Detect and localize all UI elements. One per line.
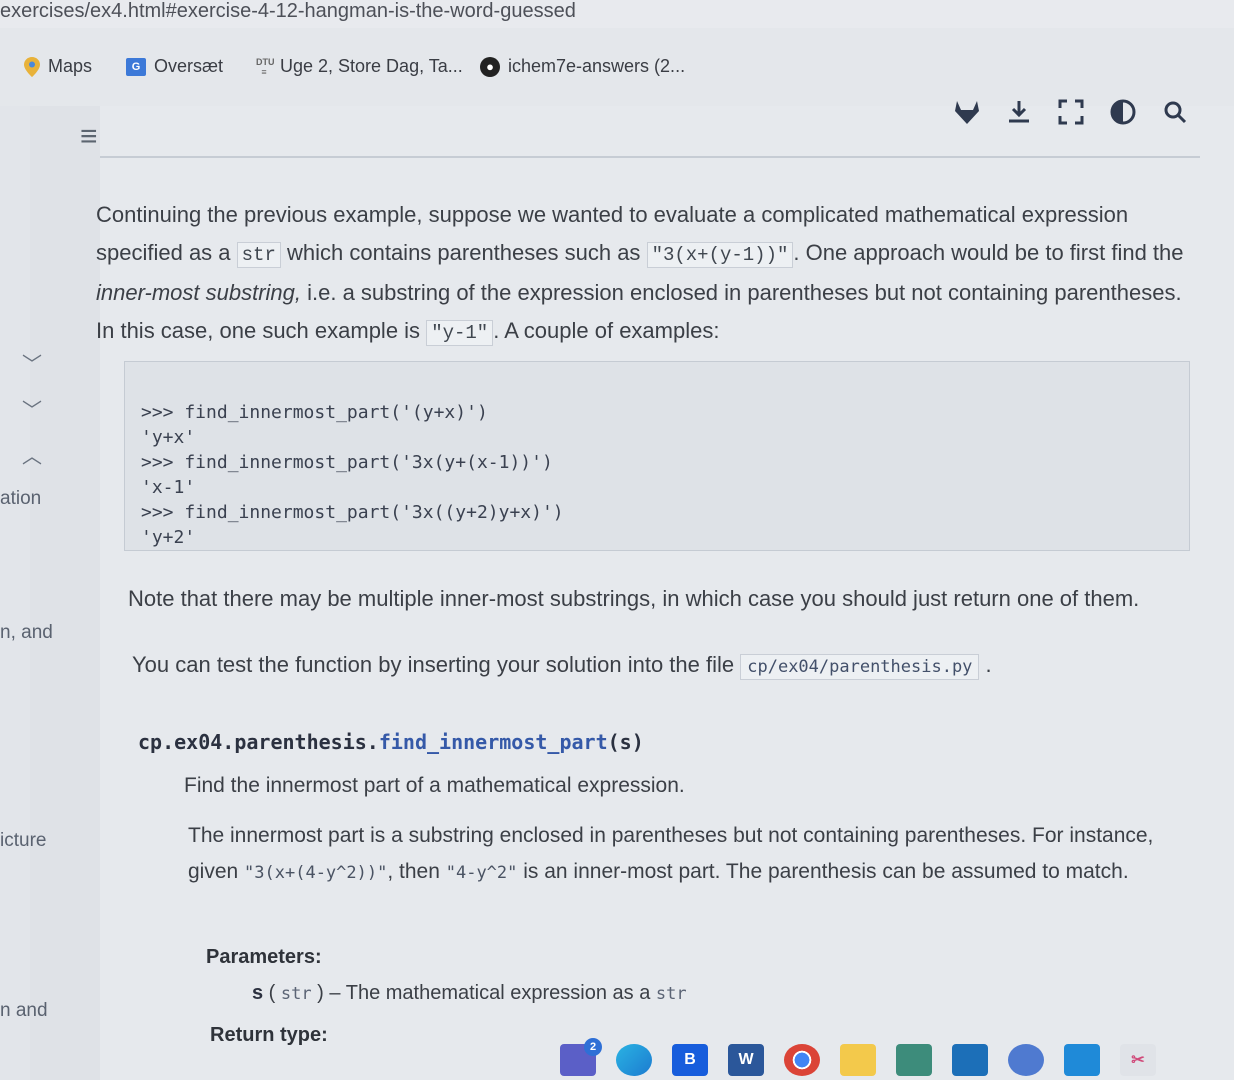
taskbar: 2 B W ✂	[560, 1038, 1234, 1080]
inline-code: str	[236, 242, 281, 268]
chrome-icon[interactable]	[784, 1044, 820, 1076]
sidebar-panel	[30, 106, 100, 1080]
inline-code: "3(x+(y-1))"	[646, 242, 794, 268]
sidebar-fragment[interactable]: n and	[0, 1000, 48, 1022]
text: specified as a	[96, 240, 231, 265]
file-path-code: cp/ex04/parenthesis.py	[740, 654, 980, 680]
text: . A couple of examples:	[493, 318, 720, 343]
test-instructions: You can test the function by inserting y…	[132, 652, 992, 680]
vscode-icon[interactable]	[1064, 1044, 1100, 1076]
intro-line-3: inner-most substring, i.e. a substring o…	[96, 274, 1206, 312]
url-text[interactable]: exercises/ex4.html#exercise-4-12-hangman…	[0, 0, 576, 22]
bookmark-maps[interactable]: Maps	[24, 56, 92, 77]
map-pin-icon	[24, 56, 40, 77]
bookmarks-bar: Maps G Oversæt DTU ≡ Uge 2, Store Dag, Ta…	[0, 28, 1234, 106]
header-divider	[100, 156, 1200, 158]
store-icon[interactable]	[952, 1044, 988, 1076]
bookmark-label: ichem7e-answers (2...	[508, 56, 686, 76]
chevron-down-icon[interactable]: ﹀	[22, 348, 42, 377]
bookmark-label: Uge 2, Store Dag, Ta...	[280, 56, 463, 76]
doc-summary: Find the innermost part of a mathematica…	[184, 774, 685, 797]
text: In this case, one such example is	[96, 318, 421, 343]
bookmark-github[interactable]: ● ichem7e-answers (2...	[480, 56, 685, 77]
chevron-up-icon[interactable]: ︿	[22, 440, 42, 469]
intro-line-2: specified as a str which contains parent…	[96, 234, 1206, 274]
text: You can test the function by inserting y…	[132, 652, 735, 677]
parameter-item: s ( str ) – The mathematical expression …	[252, 982, 687, 1004]
notification-badge: 2	[584, 1038, 602, 1056]
hamburger-menu-icon[interactable]: ≡	[80, 122, 106, 152]
address-bar[interactable]: exercises/ex4.html#exercise-4-12-hangman…	[0, 0, 1234, 29]
bookmark-label: Maps	[48, 56, 93, 76]
function-signature: cp.ex04.parenthesis.find_innermost_part(…	[138, 730, 644, 754]
file-explorer-icon[interactable]	[840, 1044, 876, 1076]
word-icon[interactable]: W	[728, 1044, 764, 1076]
bookmark-calendar[interactable]: DTU ≡ Uge 2, Store Dag, Ta...	[256, 56, 463, 77]
docs-page: ≡ ﹀ ﹀ ︿ ation n, and icture n and Contin…	[0, 99, 1234, 1080]
text: , then	[387, 860, 440, 883]
param-name: s	[252, 982, 264, 1004]
calendar-icon: DTU ≡	[256, 56, 275, 77]
doc-body-line-1: The innermost part is a substring enclos…	[188, 824, 1154, 847]
fullscreen-icon[interactable]	[1056, 99, 1086, 132]
param-type: str	[280, 984, 312, 1004]
param-description: – The mathematical expression as a	[329, 982, 651, 1004]
signature-function-name: find_innermost_part	[378, 730, 608, 754]
sidebar-fragment[interactable]: n, and	[0, 622, 53, 644]
return-type-heading: Return type:	[210, 1024, 328, 1046]
text: which contains parentheses such as	[287, 240, 641, 265]
text: i.e. a substring of the expression enclo…	[301, 280, 1182, 305]
messenger-icon[interactable]	[1008, 1044, 1044, 1076]
doc-toolbar	[952, 98, 1190, 133]
text: . One approach would be to first find th…	[793, 240, 1184, 265]
intro-line-1: Continuing the previous example, suppose…	[96, 202, 1129, 227]
text: is an inner-most part. The parenthesis c…	[523, 860, 1129, 883]
inline-code: "y-1"	[426, 320, 494, 346]
inline-code: "4-y^2"	[445, 863, 518, 883]
param-desc-type: str	[655, 984, 687, 1004]
bookmark-label: Oversæt	[154, 56, 224, 76]
download-icon[interactable]	[1004, 98, 1034, 133]
chevron-down-icon[interactable]: ﹀	[22, 394, 42, 423]
contrast-icon[interactable]	[1108, 98, 1138, 133]
code-example: >>> find_innermost_part('(y+x)') 'y+x' >…	[141, 402, 564, 548]
intro-text: Continuing the previous example, suppose…	[96, 196, 1206, 352]
signature-module: cp.ex04.parenthesis.	[138, 730, 379, 754]
chat-icon[interactable]: 2	[560, 1038, 602, 1076]
github-icon: ●	[480, 56, 500, 77]
settings-icon[interactable]	[896, 1044, 932, 1076]
emphasis: inner-most substring,	[96, 280, 302, 305]
sidebar-fragment[interactable]: icture	[0, 830, 46, 852]
translate-icon: G	[126, 57, 146, 76]
note-text: Note that there may be multiple inner-mo…	[128, 586, 1140, 611]
search-icon[interactable]	[1160, 99, 1190, 132]
sidebar-fragment[interactable]: ation	[0, 488, 41, 510]
bitwarden-icon[interactable]: B	[672, 1044, 708, 1076]
gitlab-icon[interactable]	[952, 99, 982, 132]
doc-body: The innermost part is a substring enclos…	[188, 818, 1168, 891]
edge-icon[interactable]	[616, 1044, 652, 1076]
bookmark-translate[interactable]: G Oversæt	[126, 56, 223, 77]
snipping-tool-icon[interactable]: ✂	[1120, 1044, 1156, 1076]
intro-line-4: In this case, one such example is "y-1".…	[96, 312, 1206, 352]
text: .	[985, 652, 992, 677]
parameters-heading: Parameters:	[206, 946, 322, 968]
signature-args: (s)	[607, 730, 644, 754]
code-example-block: >>> find_innermost_part('(y+x)') 'y+x' >…	[124, 361, 1190, 551]
inline-code: "3(x+(4-y^2))"	[244, 863, 388, 883]
text: given	[188, 860, 239, 883]
doc-body-line-2: given "3(x+(4-y^2))", then "4-y^2" is an…	[188, 854, 1168, 891]
